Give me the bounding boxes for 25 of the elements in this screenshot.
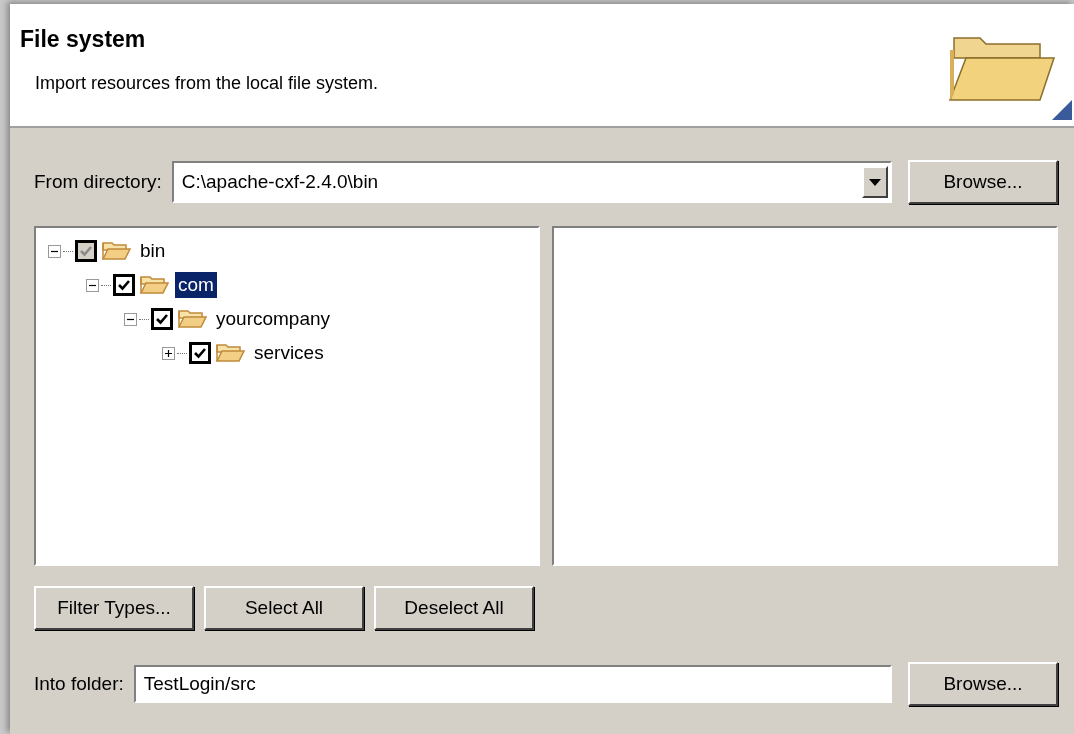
directory-combo-box[interactable]: C:\apache-cxf-2.4.0\bin xyxy=(171,161,892,203)
folder-icon xyxy=(215,342,245,364)
deselect-all-button[interactable]: Deselect All xyxy=(374,586,534,630)
browse-button[interactable]: Browse... xyxy=(908,160,1058,204)
tree-item[interactable]: services xyxy=(251,340,327,366)
into-folder-field[interactable]: TestLogin/src xyxy=(133,665,892,703)
tree-item[interactable]: bin xyxy=(137,238,169,264)
expand-toggle[interactable] xyxy=(162,346,175,360)
select-all-button[interactable]: Select All xyxy=(204,586,364,630)
from-directory-label: From directory: xyxy=(34,171,162,193)
collapse-toggle[interactable] xyxy=(124,312,137,326)
corner-triangle-icon xyxy=(1052,100,1072,120)
filter-types-button[interactable]: Filter Types... xyxy=(34,586,194,630)
page-description: Import resources from the local file system. xyxy=(35,73,380,94)
collapse-toggle[interactable] xyxy=(48,244,61,258)
page-title: File system xyxy=(20,26,147,53)
folder-icon xyxy=(177,308,207,330)
folder-icon xyxy=(139,274,169,296)
into-folder-label: Into folder: xyxy=(34,673,124,695)
collapse-toggle[interactable] xyxy=(86,278,99,292)
tree-item[interactable]: yourcompany xyxy=(213,306,334,332)
tree-item[interactable]: com xyxy=(175,272,217,298)
plus-icon xyxy=(163,347,174,359)
browse-button[interactable]: Browse... xyxy=(908,662,1058,706)
folder-icon xyxy=(101,240,131,262)
